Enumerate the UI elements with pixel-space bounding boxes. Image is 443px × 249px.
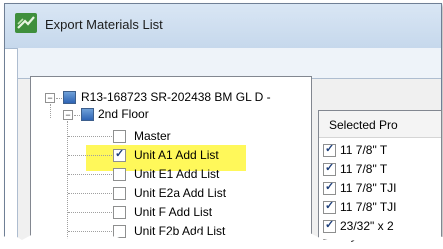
floor-node-icon (81, 108, 94, 121)
product-label: 11 7/8" T (340, 162, 388, 176)
product-checkbox[interactable] (323, 199, 336, 214)
toolbar-area (17, 48, 441, 78)
checkbox-unit-f[interactable] (113, 206, 126, 219)
project-node-icon (63, 91, 76, 104)
tree-item-unit-e2a[interactable]: Unit E2a Add List (134, 186, 226, 200)
tree-connector (56, 98, 62, 99)
checkbox-master[interactable] (113, 130, 126, 143)
product-checkbox[interactable] (323, 142, 336, 157)
tree-item-unit-f[interactable]: Unit F Add List (134, 205, 212, 219)
tree-connector (68, 155, 112, 156)
tree-connector (68, 193, 112, 194)
list-item[interactable]: 11 7/8" T (319, 161, 441, 178)
title-bar[interactable]: Export Materials List (5, 4, 441, 49)
export-icon (15, 13, 37, 33)
product-label: 11 7/8" T (340, 143, 388, 157)
product-label: 11 7/8" TJI (340, 181, 397, 195)
tree-connector (68, 174, 112, 175)
tree-connector (50, 104, 51, 118)
tree-floor-label[interactable]: 2nd Floor (98, 107, 149, 121)
tree-item-master[interactable]: Master (134, 129, 171, 143)
checkbox-unit-e2a[interactable] (113, 187, 126, 200)
product-label: 11 7/8" TJI (340, 200, 397, 214)
product-checkbox[interactable] (323, 180, 336, 195)
list-item[interactable]: 11 7/8" TJI (319, 180, 441, 197)
window-title: Export Materials List (45, 17, 163, 32)
list-item[interactable]: 11 7/8" T (319, 142, 441, 159)
collapse-root-icon[interactable]: − (45, 93, 55, 103)
checkbox-unit-e1[interactable] (113, 168, 126, 181)
checkbox-unit-a1[interactable] (113, 147, 126, 162)
torn-edge (0, 233, 443, 249)
tree-item-unit-a1[interactable]: Unit A1 Add List (134, 148, 219, 162)
selected-products-list[interactable]: Selected Pro 11 7/8" T 11 7/8" T 11 7/8"… (318, 110, 442, 246)
tree-connector (68, 212, 112, 213)
list-item[interactable]: 11 7/8" TJI (319, 199, 441, 216)
tree-connector (68, 136, 112, 137)
product-checkbox[interactable] (323, 161, 336, 176)
tree-connector (74, 115, 80, 116)
selected-products-header-label: Selected Pro (329, 118, 398, 132)
collapse-floor-icon[interactable]: − (63, 110, 73, 120)
selected-products-header[interactable]: Selected Pro (319, 111, 441, 138)
tree-root-label[interactable]: R13-168723 SR-202438 BM GL D - (81, 90, 271, 104)
tree-item-unit-e1[interactable]: Unit E1 Add List (134, 167, 219, 181)
